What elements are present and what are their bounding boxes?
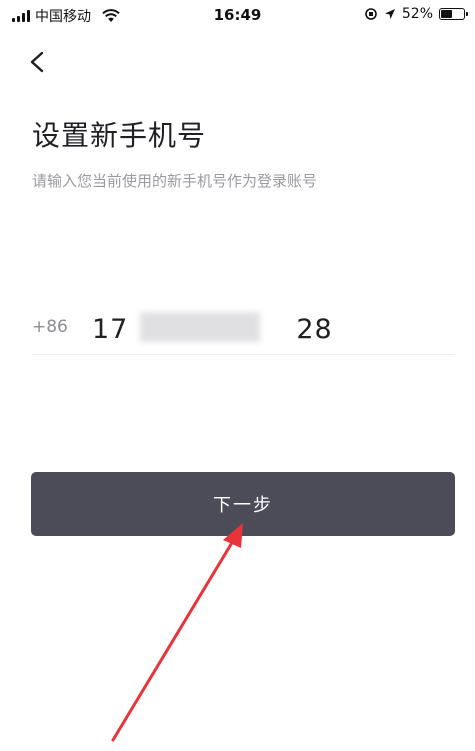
battery-percent: 52% <box>401 6 433 22</box>
battery-icon <box>439 8 468 20</box>
orientation-lock-icon <box>365 8 377 20</box>
phone-input-row: +86 <box>32 300 455 355</box>
status-right: 52% <box>364 6 468 22</box>
location-icon <box>384 9 395 19</box>
next-step-button[interactable]: 下一步 <box>31 472 455 536</box>
annotation-arrow <box>111 523 243 742</box>
page-subtitle: 请输入您当前使用的新手机号作为登录账号 <box>32 172 318 190</box>
chevron-left-icon <box>30 51 44 73</box>
country-code[interactable]: +86 <box>32 317 68 337</box>
page-title: 设置新手机号 <box>32 119 207 152</box>
status-bar: 中国移动 16:49 52% <box>0 0 475 30</box>
redaction-blur <box>140 312 260 342</box>
back-button[interactable] <box>22 46 54 78</box>
battery-fill <box>441 10 452 18</box>
